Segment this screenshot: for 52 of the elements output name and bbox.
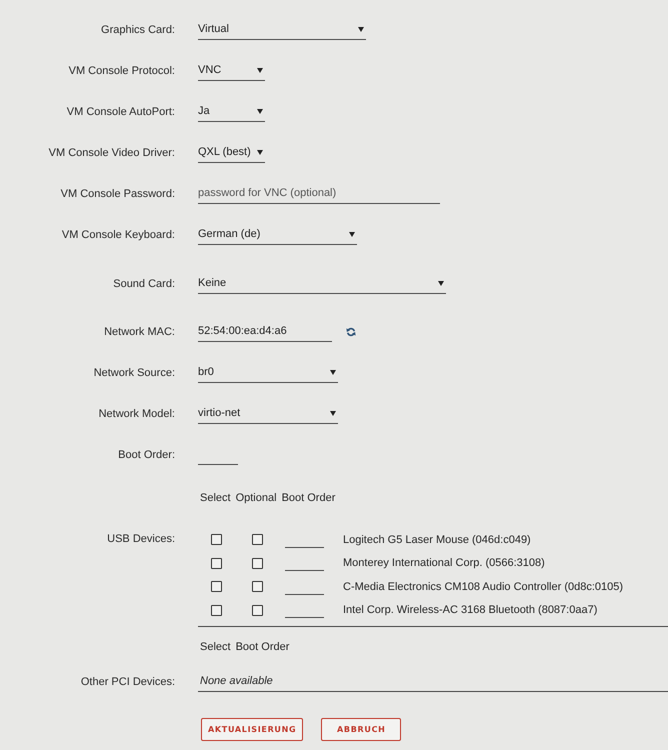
field-label: VM Console AutoPort: — [66, 106, 175, 118]
pci-device-list: None available — [198, 671, 668, 692]
dropdown[interactable]: br0 — [198, 362, 338, 382]
field-label: Sound Card: — [113, 278, 175, 290]
checkbox[interactable] — [252, 558, 262, 569]
caret-icon — [257, 68, 263, 72]
dropdown[interactable]: virtio-net — [198, 404, 338, 424]
caret-icon — [358, 26, 364, 32]
field-label: Network MAC: — [104, 326, 175, 338]
mac-address-field[interactable]: 52:54:00:ea:d4:a6 — [198, 322, 332, 342]
device-name: Intel Corp. Wireless-AC 3168 Bluetooth (8087:0aa7) — [343, 604, 598, 616]
field-label: Boot Order: — [118, 448, 175, 460]
field-label: VM Console Protocol: — [68, 64, 175, 76]
device-name: Monterey International Corp. (0566:3108) — [343, 557, 546, 570]
checkbox[interactable] — [210, 534, 222, 546]
dropdown[interactable]: Keine — [198, 274, 446, 294]
column-header: Optional — [236, 492, 277, 504]
caret-icon — [257, 150, 263, 154]
device-name: C-Media Electronics CM108 Audio Controller (0d8c:0105) — [343, 580, 624, 593]
caret-icon — [330, 410, 336, 416]
field-label: Network Source: — [94, 366, 175, 378]
field-label: Other PCI Devices: — [80, 676, 175, 688]
checkbox[interactable] — [252, 534, 262, 546]
update-button[interactable]: AKTUALISIERUNG — [201, 718, 304, 741]
field-label: VM Console Video Driver: — [48, 146, 175, 158]
field-label: USB Devices: — [107, 532, 175, 547]
password-field[interactable]: password for VNC (optional) — [198, 184, 440, 204]
caret-icon — [349, 232, 355, 236]
device-name: Logitech G5 Laser Mouse (046d:c049) — [343, 534, 532, 546]
column-header: Select — [200, 492, 231, 504]
caret-icon — [438, 280, 444, 286]
caret-icon — [257, 108, 263, 114]
dropdown[interactable]: VNC — [198, 60, 265, 80]
checkbox[interactable] — [210, 558, 222, 569]
checkbox[interactable] — [252, 604, 262, 616]
checkbox[interactable] — [210, 581, 222, 592]
cancel-button[interactable]: ABBRUCH — [321, 718, 402, 741]
dropdown[interactable]: Virtual — [198, 20, 366, 40]
dropdown[interactable]: German (de) — [198, 224, 357, 244]
field-label: VM Console Keyboard: — [62, 228, 175, 240]
checkbox[interactable] — [210, 604, 222, 616]
caret-icon — [330, 370, 336, 374]
field-label: Network Model: — [98, 408, 175, 420]
field-label: Graphics Card: — [101, 24, 175, 36]
column-header: Select — [200, 641, 231, 653]
checkbox[interactable] — [252, 581, 262, 592]
column-header: Boot Order — [282, 492, 336, 504]
column-header: Boot Order — [236, 641, 290, 653]
dropdown[interactable]: Ja — [198, 102, 265, 122]
field-label: VM Console Password: — [60, 188, 175, 200]
dropdown[interactable]: QXL (best) — [198, 142, 265, 162]
refresh-icon[interactable] — [346, 326, 356, 336]
